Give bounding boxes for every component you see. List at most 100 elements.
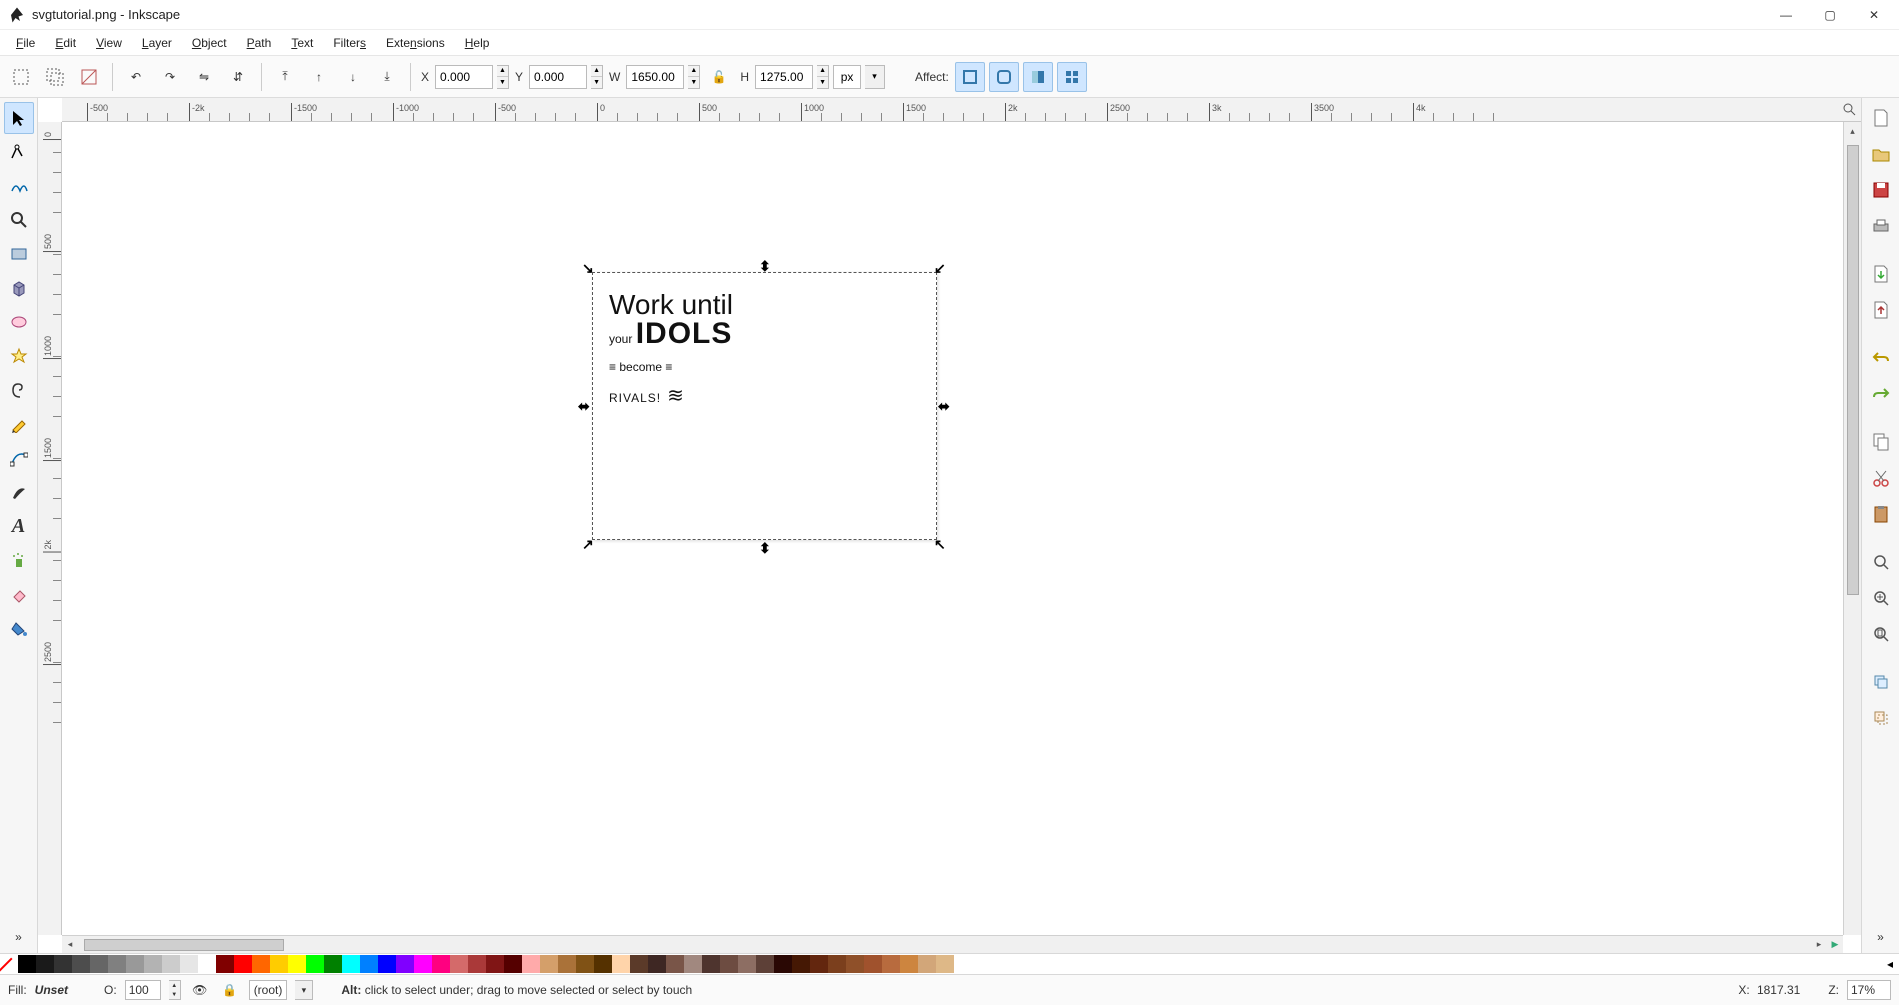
handle-e[interactable]: ⬌ xyxy=(938,400,950,412)
swatch[interactable] xyxy=(432,955,450,973)
swatch[interactable] xyxy=(54,955,72,973)
handle-sw[interactable]: ↗ xyxy=(582,538,594,550)
swatch[interactable] xyxy=(576,955,594,973)
swatch[interactable] xyxy=(666,955,684,973)
x-input[interactable]: 0.000 xyxy=(435,65,493,89)
x-spinner[interactable]: ▲▼ xyxy=(497,65,509,89)
swatch[interactable] xyxy=(468,955,486,973)
swatch[interactable] xyxy=(522,955,540,973)
import-button[interactable] xyxy=(1866,258,1896,290)
h-input[interactable]: 1275.00 xyxy=(755,65,813,89)
menu-extensions[interactable]: Extensions xyxy=(378,34,453,52)
w-spinner[interactable]: ▲▼ xyxy=(688,65,700,89)
paintbucket-tool[interactable] xyxy=(4,612,34,644)
layer-select[interactable]: (root) xyxy=(249,980,288,1000)
redo-button[interactable] xyxy=(1866,378,1896,410)
selector-tool[interactable] xyxy=(4,102,34,134)
swatch[interactable] xyxy=(882,955,900,973)
handle-ne[interactable]: ↙ xyxy=(934,262,946,274)
new-doc-button[interactable] xyxy=(1866,102,1896,134)
swatch[interactable] xyxy=(198,955,216,973)
canvas[interactable]: Work until your IDOLS ≡ become ≡ RIVALS!… xyxy=(62,122,1843,935)
y-input[interactable]: 0.000 xyxy=(529,65,587,89)
lower-button[interactable]: ↓ xyxy=(338,62,368,92)
affect-gradient-button[interactable] xyxy=(1023,62,1053,92)
handle-n[interactable]: ⬍ xyxy=(759,260,771,272)
swatch[interactable] xyxy=(144,955,162,973)
print-button[interactable] xyxy=(1866,210,1896,242)
swatch-none[interactable] xyxy=(0,955,18,973)
menu-filters[interactable]: Filters xyxy=(325,34,374,52)
cut-button[interactable] xyxy=(1866,462,1896,494)
calligraphy-tool[interactable] xyxy=(4,476,34,508)
swatch[interactable] xyxy=(234,955,252,973)
menu-file[interactable]: FFileile xyxy=(8,34,43,52)
lock-aspect-button[interactable]: 🔓 xyxy=(704,62,734,92)
swatch[interactable] xyxy=(180,955,198,973)
h-spinner[interactable]: ▲▼ xyxy=(817,65,829,89)
save-button[interactable] xyxy=(1866,174,1896,206)
affect-stroke-button[interactable] xyxy=(955,62,985,92)
layer-dropdown-button[interactable]: ▾ xyxy=(295,980,313,1000)
swatch[interactable] xyxy=(450,955,468,973)
deselect-button[interactable] xyxy=(74,62,104,92)
y-spinner[interactable]: ▲▼ xyxy=(591,65,603,89)
swatch[interactable] xyxy=(162,955,180,973)
zoom-fit-button[interactable] xyxy=(1866,546,1896,578)
swatch[interactable] xyxy=(216,955,234,973)
open-button[interactable] xyxy=(1866,138,1896,170)
node-tool[interactable] xyxy=(4,136,34,168)
swatch[interactable] xyxy=(846,955,864,973)
swatch[interactable] xyxy=(324,955,342,973)
fill-value[interactable]: Unset xyxy=(35,983,68,997)
swatch[interactable] xyxy=(738,955,756,973)
swatch[interactable] xyxy=(936,955,954,973)
zoom-input[interactable]: 17% xyxy=(1847,980,1891,1000)
swatch[interactable] xyxy=(396,955,414,973)
handle-w[interactable]: ⬌ xyxy=(578,400,590,412)
opacity-spinner[interactable]: ▲▼ xyxy=(169,980,181,1000)
swatch[interactable] xyxy=(306,955,324,973)
swatch[interactable] xyxy=(270,955,288,973)
swatch[interactable] xyxy=(612,955,630,973)
horizontal-ruler[interactable]: -500-2k-1500-1000-5000500100015002k25003… xyxy=(62,98,1843,122)
swatch[interactable] xyxy=(684,955,702,973)
affect-corners-button[interactable] xyxy=(989,62,1019,92)
swatch[interactable] xyxy=(126,955,144,973)
layer-lock-icon[interactable]: 🔒 xyxy=(219,979,241,1001)
swatch[interactable] xyxy=(288,955,306,973)
menu-object[interactable]: Object xyxy=(184,34,235,52)
swatch[interactable] xyxy=(504,955,522,973)
minimize-button[interactable]: — xyxy=(1775,4,1797,26)
commands-expand-icon[interactable]: » xyxy=(1866,921,1896,953)
swatch[interactable] xyxy=(810,955,828,973)
rotate-cw-button[interactable]: ↷ xyxy=(155,62,185,92)
swatch[interactable] xyxy=(540,955,558,973)
swatch[interactable] xyxy=(792,955,810,973)
paste-button[interactable] xyxy=(1866,498,1896,530)
flip-horizontal-button[interactable]: ⇋ xyxy=(189,62,219,92)
swatch[interactable] xyxy=(828,955,846,973)
zoom-page-button[interactable] xyxy=(1866,618,1896,650)
selected-object[interactable]: Work until your IDOLS ≡ become ≡ RIVALS!… xyxy=(592,272,937,540)
layer-visibility-icon[interactable]: 👁 xyxy=(189,979,211,1001)
menu-text[interactable]: Text xyxy=(283,34,321,52)
raise-button[interactable]: ↑ xyxy=(304,62,334,92)
swatch[interactable] xyxy=(72,955,90,973)
vertical-ruler[interactable]: 0500100015002k2500 xyxy=(38,122,62,935)
unit-dropdown-button[interactable]: ▾ xyxy=(865,65,885,89)
tweak-tool[interactable] xyxy=(4,170,34,202)
swatch[interactable] xyxy=(486,955,504,973)
rotate-ccw-button[interactable]: ↶ xyxy=(121,62,151,92)
spray-tool[interactable] xyxy=(4,544,34,576)
undo-button[interactable] xyxy=(1866,342,1896,374)
swatch[interactable] xyxy=(720,955,738,973)
swatch[interactable] xyxy=(630,955,648,973)
flip-vertical-button[interactable]: ⇵ xyxy=(223,62,253,92)
spiral-tool[interactable] xyxy=(4,374,34,406)
swatch[interactable] xyxy=(252,955,270,973)
select-all-button[interactable] xyxy=(6,62,36,92)
swatch[interactable] xyxy=(864,955,882,973)
ellipse-tool[interactable] xyxy=(4,306,34,338)
pencil-tool[interactable] xyxy=(4,408,34,440)
